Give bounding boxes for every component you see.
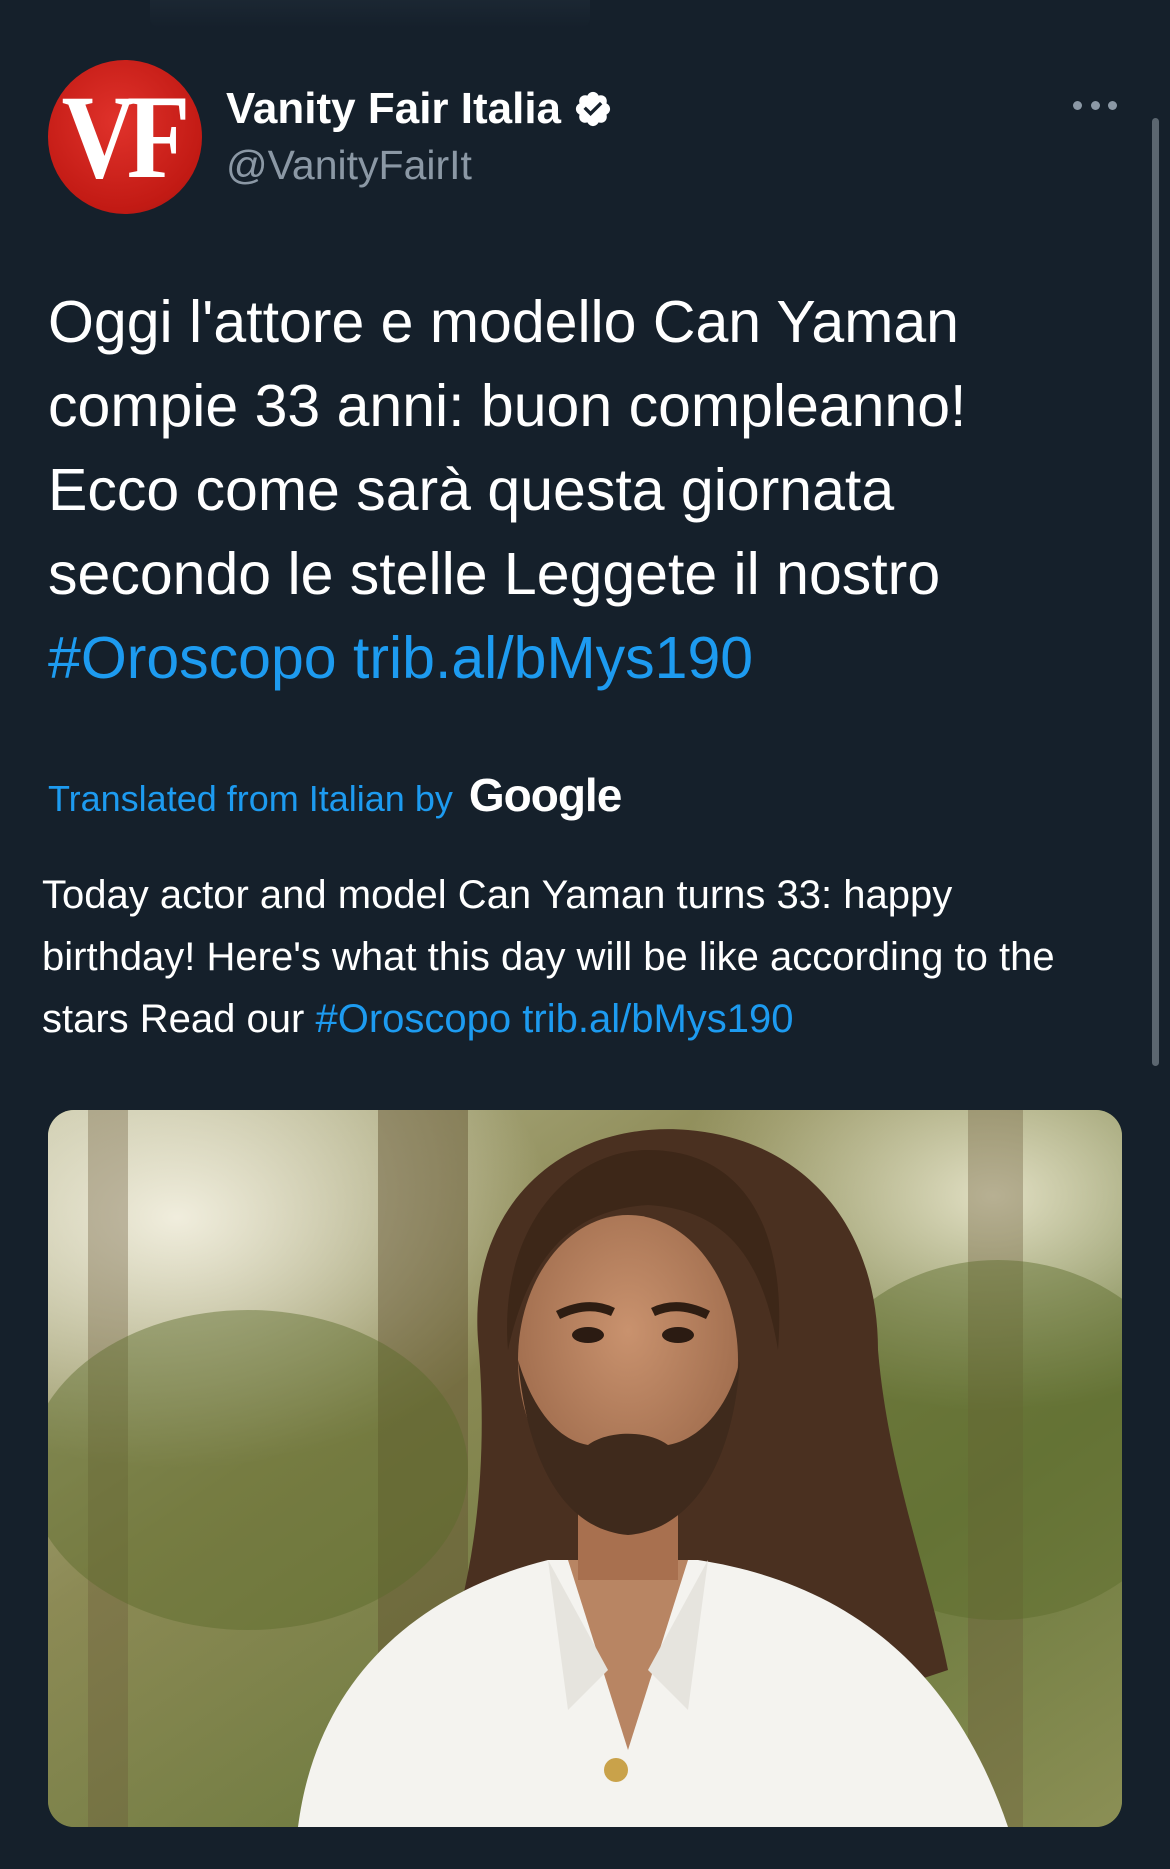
author-display-name[interactable]: Vanity Fair Italia [226,84,613,134]
translation-attribution[interactable]: Translated from Italian by Google [48,768,622,822]
photo-illustration [48,1110,1122,1827]
translated-text: Today actor and model Can Yaman turns 33… [42,864,1102,1050]
scrollbar[interactable] [1152,118,1159,1066]
author-handle[interactable]: @VanityFairIt [226,142,613,189]
tweet-text: Oggi l'attore e modello Can Yaman compie… [48,280,1108,700]
tweet-header: VF Vanity Fair Italia @VanityFairIt [48,60,1128,218]
avatar[interactable]: VF [48,60,202,214]
google-logo: Google [468,769,622,821]
author-info[interactable]: Vanity Fair Italia @VanityFairIt [226,84,613,189]
tweet-body: Oggi l'attore e modello Can Yaman compie… [48,289,967,607]
translated-label: Translated from Italian by [48,778,453,819]
tweet-url-link[interactable]: trib.al/bMys190 [353,625,753,691]
tweet-photo[interactable] [48,1110,1122,1827]
translated-hashtag-link[interactable]: #Oroscopo [315,997,511,1041]
avatar-logo-text: VF [61,70,191,204]
more-options-icon[interactable] [1073,98,1117,112]
top-fade [150,0,590,28]
author-name-text: Vanity Fair Italia [226,84,562,133]
translated-url-link[interactable]: trib.al/bMys190 [522,997,793,1041]
hashtag-link[interactable]: #Oroscopo [48,625,337,691]
verified-badge-icon [573,89,613,129]
